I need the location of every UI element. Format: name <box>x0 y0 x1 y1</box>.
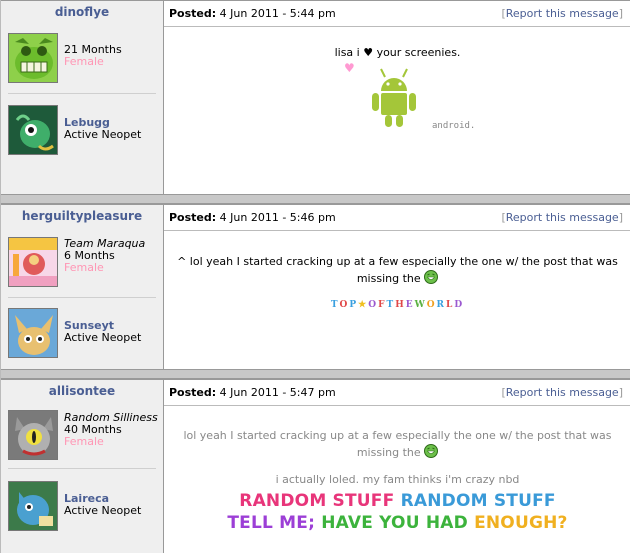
signature-line: TELL ME; HAVE YOU HAD ENOUGH? <box>164 512 630 534</box>
bracket: ] <box>618 211 623 224</box>
posted-label: Posted: <box>169 7 217 20</box>
post-separator <box>1 369 630 379</box>
signature-phrase: HAVE YOU HAD <box>321 513 468 533</box>
post-content: Posted: 4 Jun 2011 - 5:47 pm [Report thi… <box>164 380 630 553</box>
signature-letter: T <box>330 300 340 310</box>
signature-letter: T <box>386 300 396 310</box>
signature-letter: H <box>395 300 406 310</box>
post-date: Posted: 4 Jun 2011 - 5:46 pm <box>169 211 336 224</box>
post-header: Posted: 4 Jun 2011 - 5:44 pm [Report thi… <box>164 1 630 27</box>
pet-status: Active Neopet <box>64 128 142 141</box>
signature-phrase: TELL ME; <box>227 513 316 533</box>
signature-phrase: ENOUGH? <box>474 513 568 533</box>
user-avatar[interactable] <box>8 33 58 83</box>
post-content: Posted: 4 Jun 2011 - 5:44 pm [Report thi… <box>164 1 630 194</box>
user-avatar[interactable] <box>8 237 58 287</box>
signature-line: RANDOM STUFF RANDOM STUFF <box>164 490 630 512</box>
author-username[interactable]: allisontee <box>1 380 163 398</box>
signature-letter: O <box>339 300 350 310</box>
message-text: missing the <box>356 272 421 285</box>
posted-date: 4 Jun 2011 - 5:46 pm <box>219 211 336 224</box>
heart-icon: ♥ <box>344 61 355 75</box>
signature-caption: android. <box>432 121 476 131</box>
pet-status: Active Neopet <box>64 331 142 344</box>
signature-letter: E <box>405 300 415 310</box>
signature-letter: ★ <box>358 300 369 310</box>
laughing-smiley-icon <box>424 270 439 284</box>
post-header: Posted: 4 Jun 2011 - 5:46 pm [Report thi… <box>164 205 630 231</box>
gender-label: Female <box>64 435 104 448</box>
pet-avatar[interactable] <box>8 105 58 155</box>
signature-phrase: RANDOM STUFF <box>400 491 556 511</box>
signature-letter: O <box>368 300 379 310</box>
signature-letter: R <box>436 300 447 310</box>
bracket: ] <box>618 386 623 399</box>
post: allisontee Random Silliness 40 Months Fe… <box>1 379 630 553</box>
pet-status: Active Neopet <box>64 504 142 517</box>
quoted-text: lol yeah I started cracking up at a few … <box>183 429 612 442</box>
author-sidebar: herguiltypleasure Team Maraqua 6 Months <box>1 205 164 369</box>
report-message-link[interactable]: Report this message <box>506 386 619 399</box>
bracket: ] <box>618 7 623 20</box>
posted-date: 4 Jun 2011 - 5:47 pm <box>219 386 336 399</box>
divider <box>8 468 156 469</box>
author-username[interactable]: herguiltypleasure <box>1 205 163 223</box>
signature-phrase: RANDOM STUFF <box>239 491 395 511</box>
message-text: ^ lol yeah I started cracking up at a fe… <box>177 255 618 268</box>
signature-letter: D <box>454 300 465 310</box>
posted-date: 4 Jun 2011 - 5:44 pm <box>219 7 336 20</box>
posted-label: Posted: <box>169 386 217 399</box>
posted-label: Posted: <box>169 211 217 224</box>
signature-letter: P <box>349 300 359 310</box>
pet-avatar[interactable] <box>8 481 58 531</box>
post-content: Posted: 4 Jun 2011 - 5:46 pm [Report thi… <box>164 205 630 369</box>
gender-label: Female <box>64 261 104 274</box>
report-message-link[interactable]: Report this message <box>506 7 619 20</box>
signature-letter: W <box>414 300 427 310</box>
gender-label: Female <box>64 55 104 68</box>
author-username[interactable]: dinoflye <box>1 1 163 19</box>
quoted-text: missing the <box>356 446 421 459</box>
post: herguiltypleasure Team Maraqua 6 Months <box>1 204 630 369</box>
message-text: lisa i ♥ your screenies. <box>334 46 461 59</box>
post: dinoflye 21 Months Female Lebugg Active … <box>1 0 630 194</box>
message-board: dinoflye 21 Months Female Lebugg Active … <box>0 0 630 553</box>
signature-letter: O <box>426 300 437 310</box>
post-date: Posted: 4 Jun 2011 - 5:47 pm <box>169 386 336 399</box>
pet-avatar[interactable] <box>8 308 58 358</box>
author-sidebar: dinoflye 21 Months Female Lebugg Active … <box>1 1 164 194</box>
message-text: i actually loled. my fam thinks i'm craz… <box>275 473 520 486</box>
user-avatar[interactable] <box>8 410 58 460</box>
signature-text: TOP★OFTHEWORLD <box>164 297 630 313</box>
post-separator <box>1 194 630 204</box>
laughing-smiley-icon <box>424 444 439 458</box>
android-robot-icon <box>372 68 416 127</box>
post-date: Posted: 4 Jun 2011 - 5:44 pm <box>169 7 336 20</box>
post-header: Posted: 4 Jun 2011 - 5:47 pm [Report thi… <box>164 380 630 406</box>
divider <box>8 297 156 298</box>
divider <box>8 93 156 94</box>
report-message-link[interactable]: Report this message <box>506 211 619 224</box>
author-sidebar: allisontee Random Silliness 40 Months Fe… <box>1 380 164 553</box>
